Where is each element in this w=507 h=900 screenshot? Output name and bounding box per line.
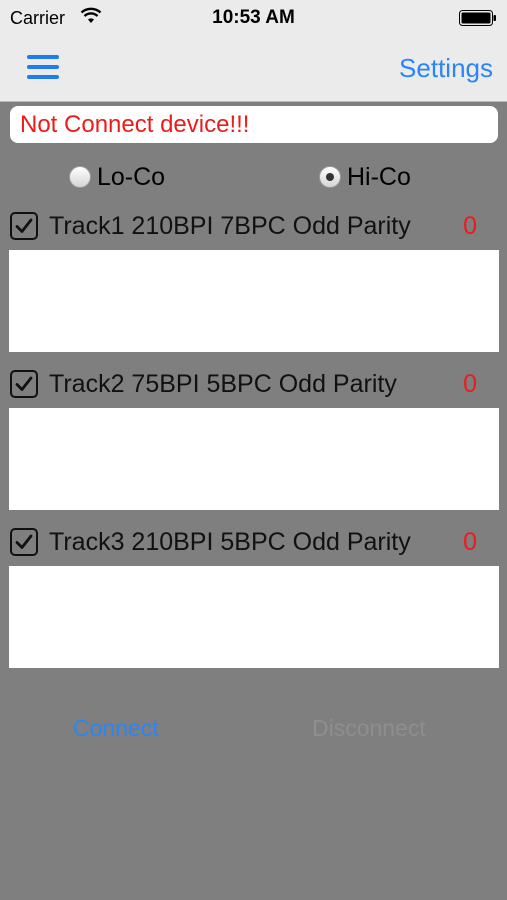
track2-checkbox[interactable] bbox=[10, 370, 38, 398]
radio-lo-co[interactable]: Lo-Co bbox=[69, 162, 165, 192]
track2-count: 0 bbox=[463, 370, 477, 398]
radio-lo-co-indicator[interactable] bbox=[69, 166, 91, 188]
checkmark-icon bbox=[15, 218, 33, 233]
track3-checkbox[interactable] bbox=[10, 528, 38, 556]
track1-count: 0 bbox=[463, 212, 477, 240]
track2-data-field[interactable] bbox=[9, 408, 499, 510]
settings-button[interactable]: Settings bbox=[399, 53, 493, 84]
track3-label: Track3 210BPI 5BPC Odd Parity bbox=[49, 528, 411, 556]
status-bar: Carrier 10:53 AM bbox=[0, 0, 507, 36]
track1-header: Track1 210BPI 7BPC Odd Parity 0 bbox=[0, 208, 507, 244]
checkmark-icon bbox=[15, 376, 33, 391]
track1-label: Track1 210BPI 7BPC Odd Parity bbox=[49, 212, 411, 240]
track1-data-field[interactable] bbox=[9, 250, 499, 352]
battery-icon bbox=[459, 10, 496, 26]
radio-lo-co-label: Lo-Co bbox=[97, 162, 166, 191]
disconnect-button[interactable]: Disconnect bbox=[312, 715, 426, 742]
checkmark-icon bbox=[15, 534, 33, 549]
track3-data-field[interactable] bbox=[9, 566, 499, 668]
track2-header: Track2 75BPI 5BPC Odd Parity 0 bbox=[0, 366, 507, 402]
radio-hi-co-indicator[interactable] bbox=[319, 166, 341, 188]
clock: 10:53 AM bbox=[212, 7, 295, 28]
connect-button[interactable]: Connect bbox=[73, 715, 159, 742]
radio-hi-co-label: Hi-Co bbox=[347, 162, 411, 191]
track1-checkbox[interactable] bbox=[10, 212, 38, 240]
radio-hi-co[interactable]: Hi-Co bbox=[319, 162, 411, 192]
hamburger-menu-icon[interactable] bbox=[25, 52, 63, 82]
track3-header: Track3 210BPI 5BPC Odd Parity 0 bbox=[0, 524, 507, 560]
track2-label: Track2 75BPI 5BPC Odd Parity bbox=[49, 370, 397, 398]
navigation-bar: Settings bbox=[0, 36, 507, 102]
connection-status-message: Not Connect device!!! bbox=[10, 106, 498, 143]
track3-count: 0 bbox=[463, 528, 477, 556]
